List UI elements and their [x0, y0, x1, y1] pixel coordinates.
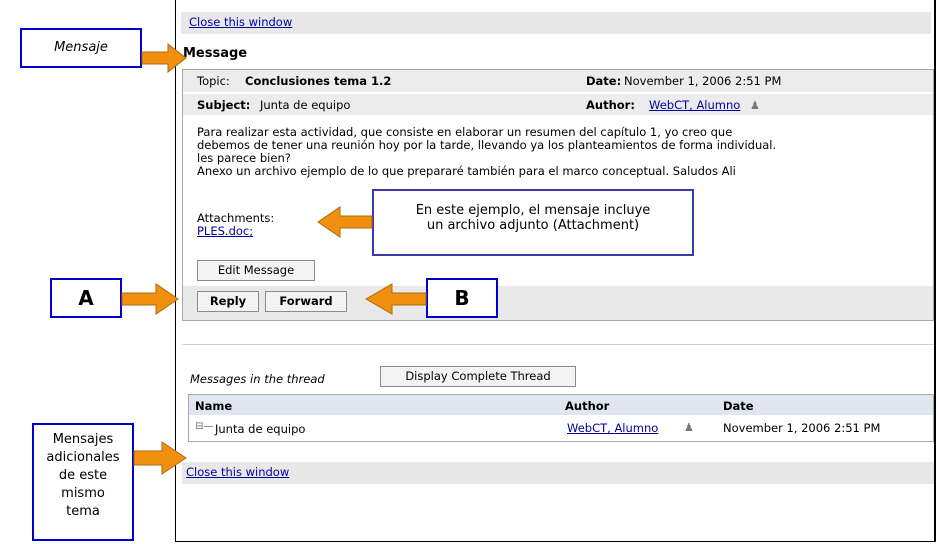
callout-b-letter: B: [454, 286, 470, 310]
user-icon[interactable]: ♟: [684, 421, 694, 434]
user-icon[interactable]: ♟: [750, 99, 760, 112]
thread-message-name[interactable]: Junta de equipo: [215, 422, 305, 436]
callout-adicionales-line: tema: [66, 504, 100, 519]
topic-value: Conclusiones tema 1.2: [245, 74, 392, 88]
body-line: Anexo un archivo ejemplo de lo que prepa…: [197, 164, 736, 178]
callout-a: A: [50, 278, 122, 318]
callout-attachment-line2: un archivo adjunto (Attachment): [426, 218, 640, 233]
topic-row: Topic: Conclusiones tema 1.2 Date: Novem…: [183, 70, 933, 92]
callout-mensaje-text: Mensaje: [54, 40, 108, 55]
forward-button[interactable]: Forward: [265, 291, 347, 312]
callout-adicionales-line: mismo: [61, 486, 105, 501]
message-body: Para realizar esta actividad, que consis…: [197, 126, 927, 178]
close-window-link-top[interactable]: Close this window: [189, 15, 292, 29]
display-complete-thread-button[interactable]: Display Complete Thread: [380, 366, 576, 387]
tree-collapse-icon[interactable]: ⊟—: [195, 421, 213, 432]
body-line: debemos de tener una reunión hoy por la …: [197, 138, 777, 152]
callout-adicionales: Mensajes adicionales de este mismo tema: [32, 423, 134, 541]
callout-attachment-line1: En este ejemplo, el mensaje incluye: [415, 203, 651, 218]
col-author: Author: [565, 399, 610, 413]
callout-b: B: [426, 278, 498, 318]
thread-label: Messages in the thread: [190, 372, 325, 386]
bottom-close-bar: Close this window: [182, 462, 934, 484]
message-heading: Message: [183, 46, 248, 61]
callout-a-letter: A: [78, 286, 94, 310]
author-label: Author:: [586, 98, 635, 112]
arrow-right-icon: [121, 283, 179, 315]
col-name: Name: [195, 399, 233, 413]
subject-value: Junta de equipo: [260, 98, 351, 112]
action-bar: Reply Forward: [183, 286, 933, 320]
thread-author-link[interactable]: WebCT, Alumno: [567, 421, 658, 435]
date-label: Date:: [586, 74, 622, 88]
author-link[interactable]: WebCT, Alumno: [649, 98, 740, 112]
attachments-label: Attachments:: [197, 211, 275, 225]
table-row[interactable]: ⊟— Junta de equipo WebCT, Alumno ♟ Novem…: [189, 416, 933, 441]
date-value: November 1, 2006 2:51 PM: [624, 74, 782, 88]
callout-adicionales-line: Mensajes: [52, 432, 114, 447]
col-date: Date: [723, 399, 754, 413]
edit-message-button[interactable]: Edit Message: [197, 260, 315, 281]
callout-adicionales-line: adicionales: [46, 450, 120, 465]
subject-row: Subject: Junta de equipo Author: WebCT, …: [183, 93, 933, 115]
thread-table: Name Author Date ⊟— Junta de equipo WebC…: [188, 394, 934, 442]
divider: [182, 344, 934, 345]
close-window-link-bottom[interactable]: Close this window: [186, 465, 289, 479]
topic-label: Topic:: [197, 74, 230, 88]
attachment-link[interactable]: PLES.doc;: [197, 224, 253, 238]
subject-label: Subject:: [197, 98, 251, 112]
top-close-bar: Close this window: [181, 12, 931, 34]
callout-attachment-note: En este ejemplo, el mensaje incluye un a…: [372, 189, 694, 256]
callout-mensaje: Mensaje: [20, 28, 142, 68]
thread-date: November 1, 2006 2:51 PM: [723, 421, 881, 435]
callout-adicionales-line: de este: [58, 468, 108, 483]
reply-button[interactable]: Reply: [197, 291, 259, 312]
thread-header-row: Name Author Date: [189, 395, 933, 415]
